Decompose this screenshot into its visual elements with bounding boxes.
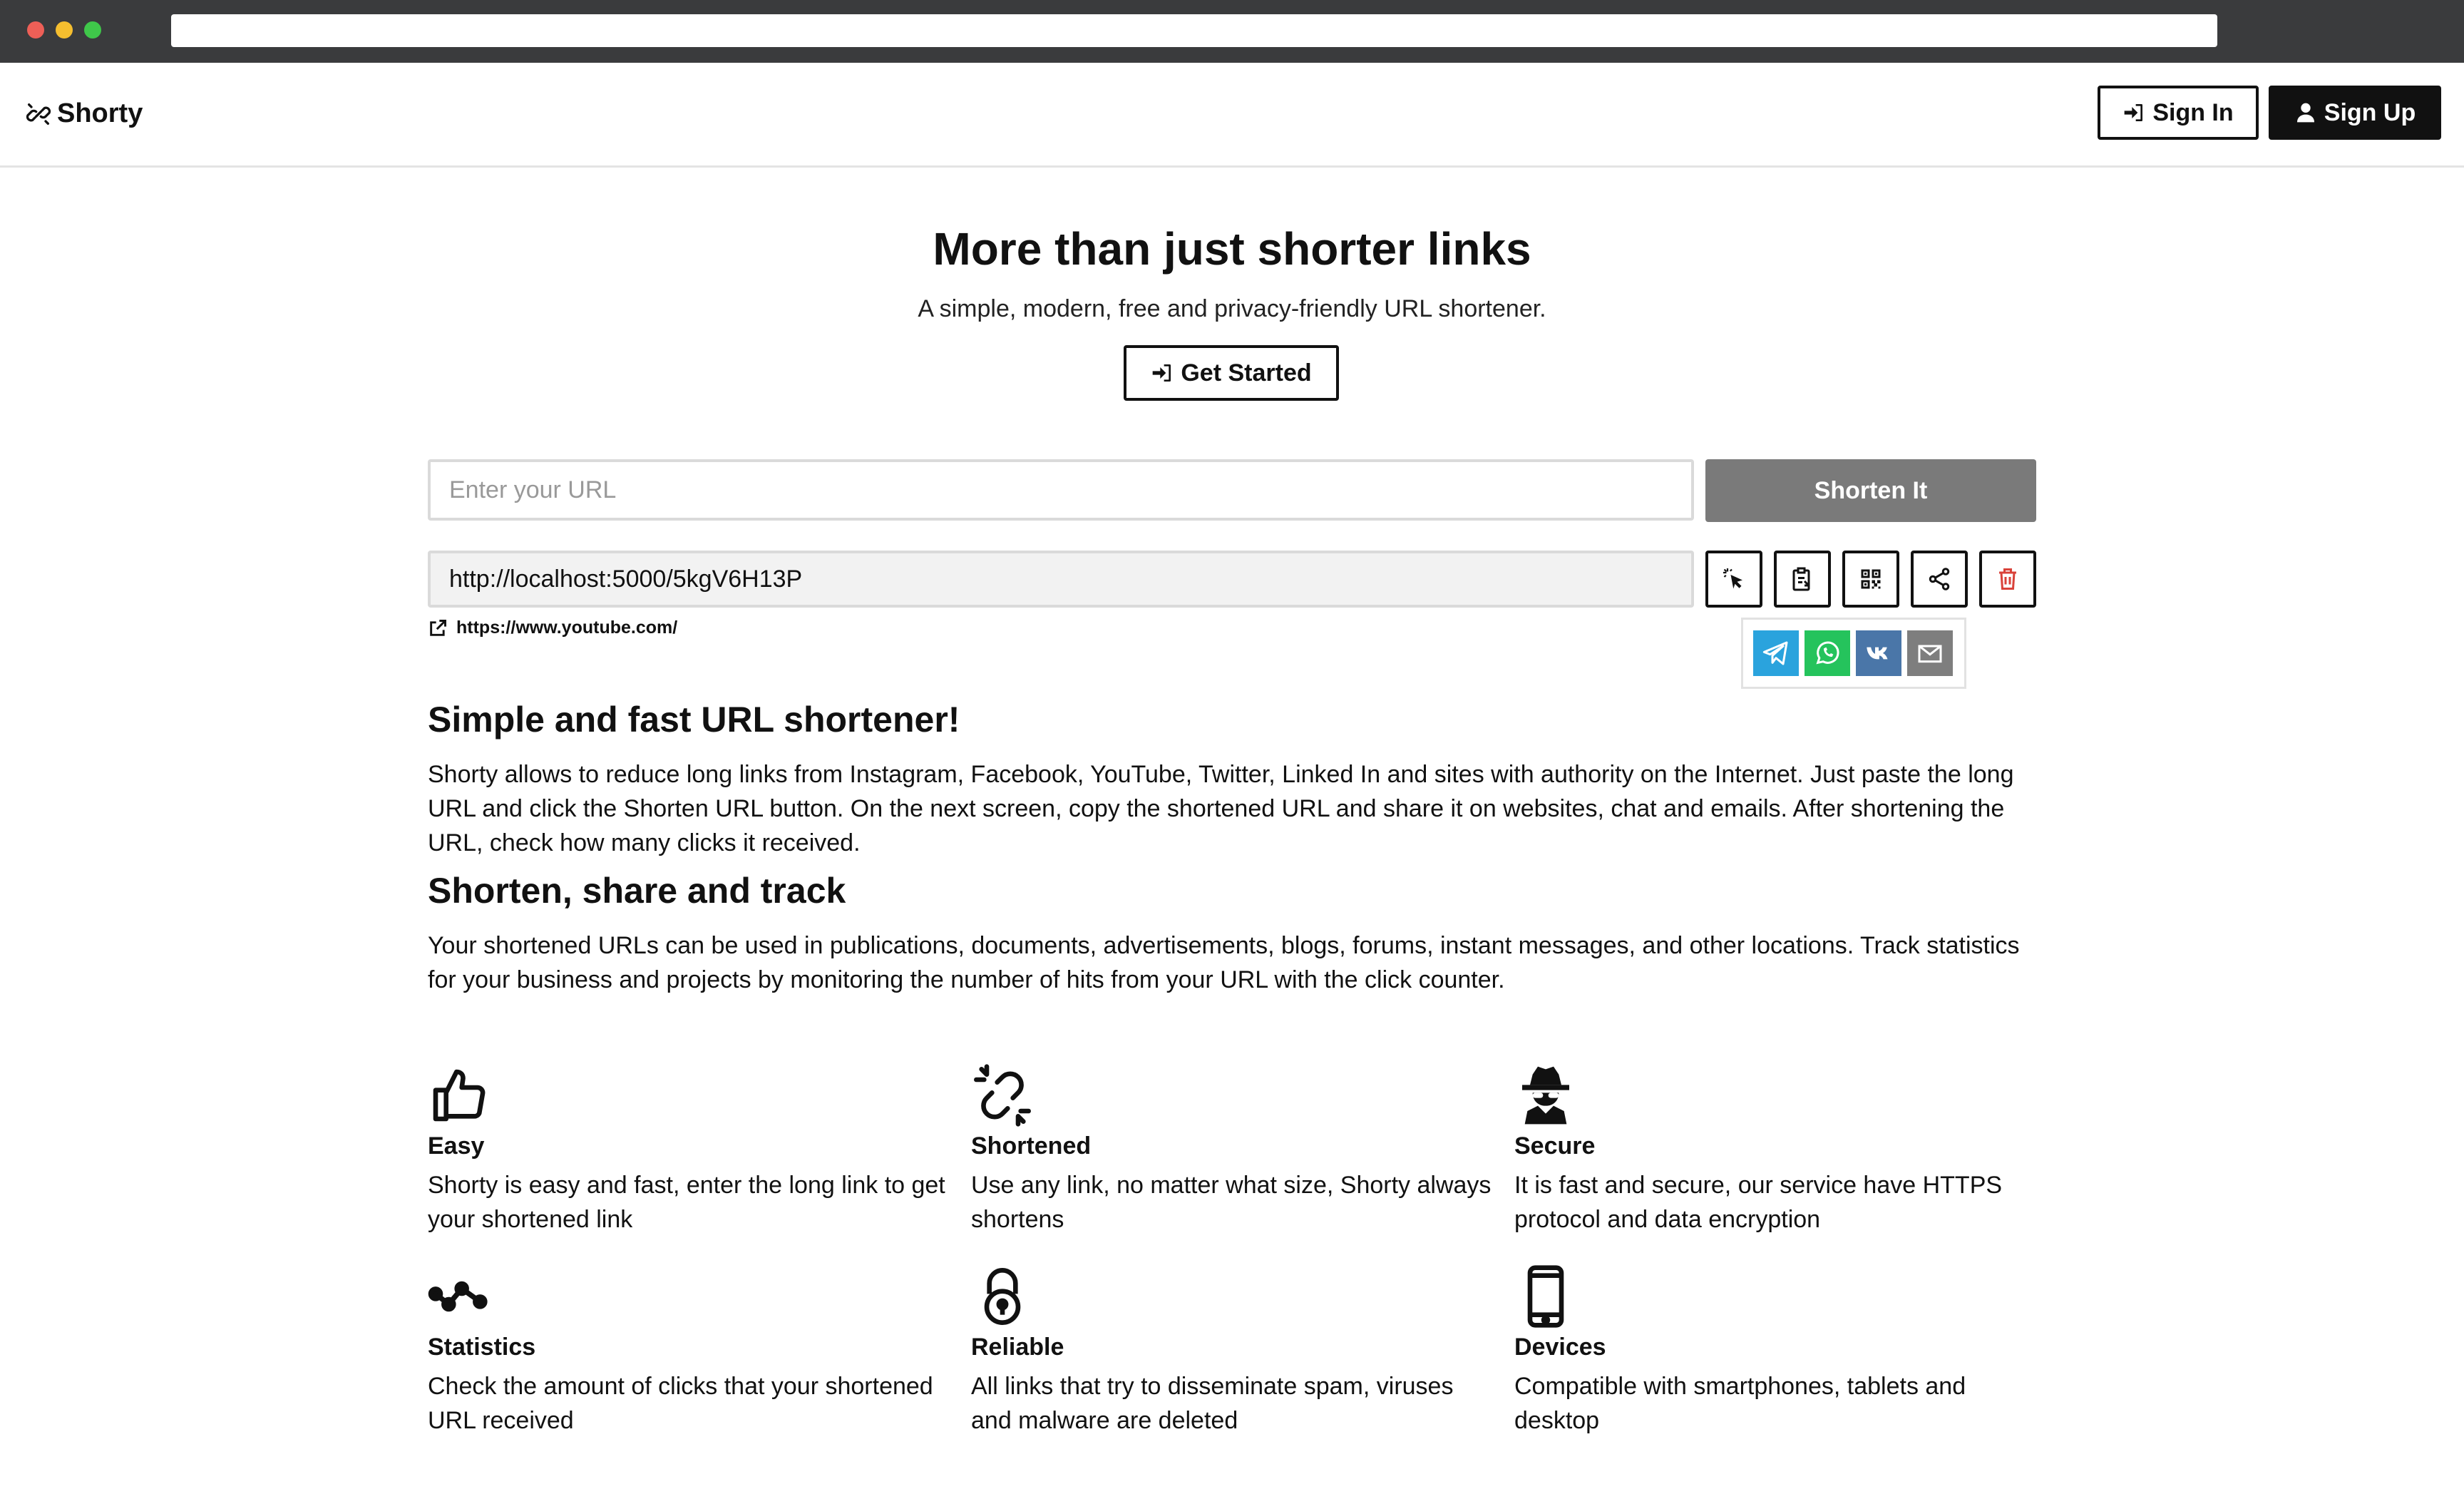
feature-statistics: Statistics Check the amount of clicks th…: [428, 1265, 955, 1438]
sign-in-button[interactable]: Sign In: [2098, 86, 2259, 140]
vk-icon: [1867, 647, 1888, 660]
spy-icon: [1522, 1066, 1569, 1125]
share-telegram-button[interactable]: [1753, 630, 1799, 676]
feature-easy: Easy Shorty is easy and fast, enter the …: [428, 1064, 955, 1237]
share-vk-button[interactable]: [1856, 630, 1901, 676]
user-icon: [2296, 103, 2314, 123]
feature-desc: Shorty is easy and fast, enter the long …: [428, 1172, 945, 1233]
broken-link-icon: [974, 1064, 1031, 1127]
get-started-label: Get Started: [1181, 359, 1312, 387]
window-close-button[interactable]: [27, 21, 44, 39]
open-link-button[interactable]: [1705, 551, 1762, 608]
section-body-track: Your shortened URLs can be used in publi…: [428, 932, 2020, 993]
feature-desc: All links that try to disseminate spam, …: [971, 1373, 1454, 1434]
feature-title: Devices: [1514, 1334, 1606, 1361]
qr-code-button[interactable]: [1842, 551, 1899, 608]
phone-icon: [1527, 1265, 1564, 1328]
window-minimize-button[interactable]: [56, 21, 73, 39]
window-maximize-button[interactable]: [84, 21, 101, 39]
get-started-button[interactable]: Get Started: [1124, 345, 1339, 401]
url-input[interactable]: [428, 459, 1694, 521]
lock-icon: [984, 1268, 1021, 1325]
browser-chrome: [0, 0, 2464, 63]
thumbs-up-icon: [433, 1069, 486, 1122]
feature-desc: Check the amount of clicks that your sho…: [428, 1373, 933, 1434]
feature-title: Reliable: [971, 1334, 1064, 1361]
qr-code-icon: [1861, 569, 1881, 589]
hero-title: More than just shorter links: [933, 223, 1531, 275]
sign-up-button[interactable]: Sign Up: [2269, 86, 2441, 140]
share-icon: [1929, 568, 1950, 590]
feature-desc: Compatible with smartphones, tablets and…: [1514, 1373, 1966, 1434]
brand-name: Shorty: [57, 98, 143, 128]
feature-title: Statistics: [428, 1334, 536, 1361]
original-url-text: https://www.youtube.com/: [456, 618, 678, 638]
section-body-simple: Shorty allows to reduce long links from …: [428, 761, 2014, 856]
feature-title: Easy: [428, 1132, 485, 1160]
share-popover: [1741, 618, 1966, 689]
top-navbar: Shorty Sign In Sign Up: [0, 63, 2464, 168]
stats-icon: [428, 1281, 488, 1312]
sign-in-label: Sign In: [2152, 98, 2234, 126]
brand-logo[interactable]: Shorty: [24, 98, 143, 129]
address-bar[interactable]: [171, 14, 2217, 47]
short-url-field[interactable]: http://localhost:5000/5kgV6H13P: [428, 551, 1694, 608]
external-link-icon: [430, 619, 446, 636]
feature-devices: Devices Compatible with smartphones, tab…: [1514, 1265, 2042, 1438]
feature-shortened: Shortened Use any link, no matter what s…: [971, 1064, 1499, 1237]
sign-in-icon: [1153, 364, 1171, 382]
hero-subtitle: A simple, modern, free and privacy-frien…: [918, 295, 1546, 322]
section-heading-simple: Simple and fast URL shortener!: [428, 700, 960, 740]
sign-in-icon: [2124, 104, 2143, 121]
whatsapp-icon: [1816, 641, 1839, 665]
share-whatsapp-button[interactable]: [1805, 630, 1850, 676]
feature-reliable: Reliable All links that try to dissemina…: [971, 1265, 1499, 1438]
feature-desc: Use any link, no matter what size, Short…: [971, 1172, 1492, 1233]
email-icon: [1918, 645, 1942, 663]
feature-desc: It is fast and secure, our service have …: [1514, 1172, 2003, 1233]
shorten-button[interactable]: Shorten It: [1705, 459, 2036, 522]
link-logo-icon: [26, 103, 51, 125]
feature-title: Shortened: [971, 1132, 1092, 1160]
original-url-link[interactable]: https://www.youtube.com/: [428, 618, 677, 638]
trash-icon: [1999, 568, 2016, 590]
sign-up-label: Sign Up: [2324, 98, 2416, 126]
feature-secure: Secure It is fast and secure, our servic…: [1514, 1064, 2042, 1237]
copy-button[interactable]: [1774, 551, 1831, 608]
feature-title: Secure: [1514, 1132, 1596, 1160]
cursor-click-icon: [1723, 568, 1742, 589]
section-heading-track: Shorten, share and track: [428, 871, 846, 911]
delete-button[interactable]: [1979, 551, 2036, 608]
share-button[interactable]: [1911, 551, 1968, 608]
telegram-icon: [1762, 641, 1788, 665]
clipboard-icon: [1792, 567, 1810, 591]
share-email-button[interactable]: [1907, 630, 1953, 676]
